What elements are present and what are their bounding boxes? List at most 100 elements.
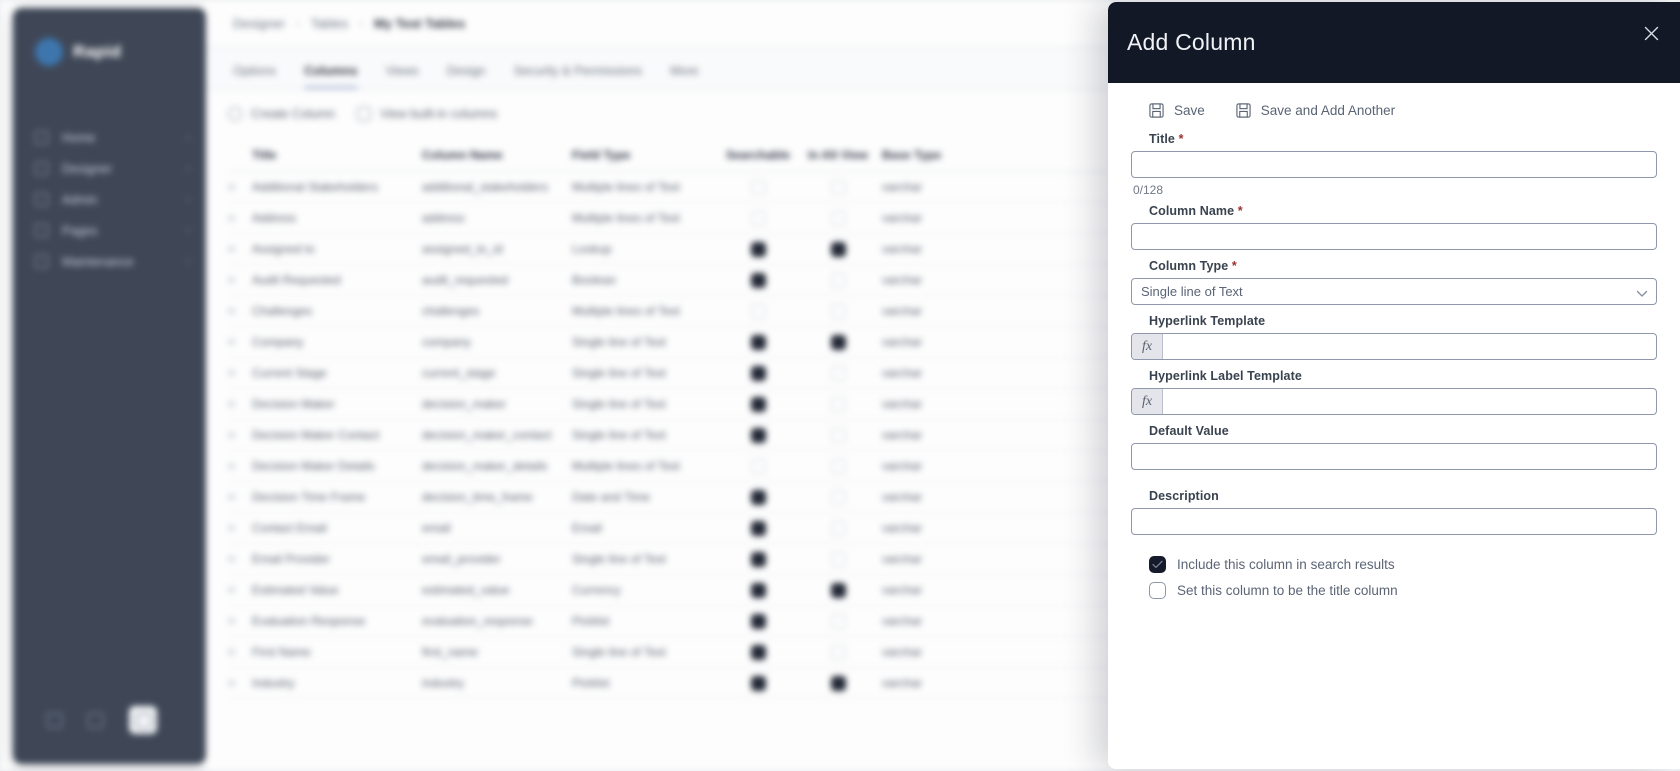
alt-view-checkbox[interactable]	[830, 210, 846, 226]
alt-view-checkbox[interactable]	[830, 303, 846, 319]
table-cell-searchable[interactable]	[722, 675, 802, 691]
searchable-checkbox[interactable]	[750, 303, 766, 319]
table-cell-searchable[interactable]	[722, 551, 802, 567]
sidebar-item-home[interactable]: Home ›	[13, 122, 206, 153]
create-column-button[interactable]: Create Column	[228, 107, 335, 121]
drag-handle-icon[interactable]: ≡	[228, 335, 252, 349]
formula-fx-icon[interactable]: fx	[1132, 389, 1163, 414]
searchable-checkbox[interactable]	[750, 272, 766, 288]
table-cell-searchable[interactable]	[722, 241, 802, 257]
table-cell-alt-view[interactable]	[802, 551, 882, 567]
alt-view-checkbox[interactable]	[830, 520, 846, 536]
alt-view-checkbox[interactable]	[830, 427, 846, 443]
drag-handle-icon[interactable]: ≡	[228, 180, 252, 194]
table-cell-alt-view[interactable]	[802, 179, 882, 195]
searchable-checkbox[interactable]	[750, 489, 766, 505]
table-cell-searchable[interactable]	[722, 489, 802, 505]
drag-handle-icon[interactable]: ≡	[228, 459, 252, 473]
alt-view-checkbox[interactable]	[830, 272, 846, 288]
table-cell-alt-view[interactable]	[802, 272, 882, 288]
alt-view-checkbox[interactable]	[830, 613, 846, 629]
table-cell-searchable[interactable]	[722, 210, 802, 226]
drag-handle-icon[interactable]: ≡	[228, 583, 252, 597]
user-icon[interactable]	[47, 712, 62, 728]
table-cell-searchable[interactable]	[722, 520, 802, 536]
searchable-checkbox[interactable]	[750, 396, 766, 412]
alt-view-checkbox[interactable]	[830, 458, 846, 474]
table-cell-alt-view[interactable]	[802, 210, 882, 226]
table-cell-alt-view[interactable]	[802, 303, 882, 319]
table-header-title[interactable]: Title	[252, 148, 422, 162]
table-cell-searchable[interactable]	[722, 334, 802, 350]
close-icon[interactable]	[1638, 20, 1664, 46]
searchable-checkbox[interactable]	[750, 675, 766, 691]
default-value-input[interactable]	[1131, 443, 1657, 470]
sidebar-brand[interactable]: Rapid	[13, 8, 206, 66]
save-button[interactable]: Save	[1149, 103, 1205, 118]
alt-view-checkbox[interactable]	[830, 241, 846, 257]
table-cell-searchable[interactable]	[722, 272, 802, 288]
title-input[interactable]	[1131, 151, 1657, 178]
hyperlink-label-template-input[interactable]	[1163, 389, 1656, 414]
drag-handle-icon[interactable]: ≡	[228, 273, 252, 287]
breadcrumb-item-tables[interactable]: Tables	[311, 16, 349, 31]
table-cell-searchable[interactable]	[722, 613, 802, 629]
table-cell-alt-view[interactable]	[802, 334, 882, 350]
include-in-search-results-checkbox[interactable]	[1149, 555, 1166, 573]
alt-view-checkbox[interactable]	[830, 396, 846, 412]
table-header-base-type[interactable]: Base Type	[882, 148, 962, 162]
searchable-checkbox[interactable]	[750, 520, 766, 536]
table-cell-searchable[interactable]	[722, 458, 802, 474]
drag-handle-icon[interactable]: ≡	[228, 304, 252, 318]
alt-view-checkbox[interactable]	[830, 675, 846, 691]
searchable-checkbox[interactable]	[750, 458, 766, 474]
searchable-checkbox[interactable]	[750, 644, 766, 660]
table-cell-alt-view[interactable]	[802, 644, 882, 660]
searchable-checkbox[interactable]	[750, 365, 766, 381]
table-cell-alt-view[interactable]	[802, 675, 882, 691]
drag-handle-icon[interactable]: ≡	[228, 428, 252, 442]
searchable-checkbox[interactable]	[750, 613, 766, 629]
searchable-checkbox[interactable]	[750, 551, 766, 567]
table-cell-alt-view[interactable]	[802, 365, 882, 381]
searchable-checkbox[interactable]	[750, 334, 766, 350]
tab-columns[interactable]: Columns	[304, 64, 359, 89]
drag-handle-icon[interactable]: ≡	[228, 552, 252, 566]
set-as-title-column-checkbox[interactable]	[1149, 581, 1166, 599]
link-icon[interactable]	[88, 712, 103, 728]
table-cell-searchable[interactable]	[722, 303, 802, 319]
drag-handle-icon[interactable]: ≡	[228, 242, 252, 256]
table-cell-alt-view[interactable]	[802, 427, 882, 443]
table-cell-searchable[interactable]	[722, 179, 802, 195]
drag-handle-icon[interactable]: ≡	[228, 490, 252, 504]
drag-handle-icon[interactable]: ≡	[228, 676, 252, 690]
breadcrumb-item-designer[interactable]: Designer	[233, 16, 285, 31]
table-cell-alt-view[interactable]	[802, 396, 882, 412]
sidebar-item-admin[interactable]: Admin ›	[13, 184, 206, 215]
table-header-column-name[interactable]: Column Name	[422, 148, 572, 162]
searchable-checkbox[interactable]	[750, 210, 766, 226]
formula-fx-icon[interactable]: fx	[1132, 334, 1163, 359]
table-cell-searchable[interactable]	[722, 644, 802, 660]
table-cell-searchable[interactable]	[722, 396, 802, 412]
tab-more[interactable]: More	[670, 64, 698, 89]
drag-handle-icon[interactable]: ≡	[228, 397, 252, 411]
description-input[interactable]	[1131, 508, 1657, 535]
hyperlink-template-input[interactable]	[1163, 334, 1656, 359]
table-cell-searchable[interactable]	[722, 427, 802, 443]
alt-view-checkbox[interactable]	[830, 179, 846, 195]
tab-design[interactable]: Design	[447, 64, 486, 89]
table-cell-alt-view[interactable]	[802, 520, 882, 536]
alt-view-checkbox[interactable]	[830, 365, 846, 381]
tab-options[interactable]: Options	[233, 64, 276, 89]
alt-view-checkbox[interactable]	[830, 582, 846, 598]
column-name-input[interactable]	[1131, 223, 1657, 250]
table-cell-alt-view[interactable]	[802, 582, 882, 598]
settings-icon[interactable]	[129, 706, 157, 734]
include-in-search-results-checkbox-row[interactable]: Include this column in search results	[1149, 551, 1657, 577]
tab-security-permissions[interactable]: Security & Permissions	[514, 64, 643, 89]
table-header-alt-view[interactable]: In Alt View	[802, 148, 882, 162]
alt-view-checkbox[interactable]	[830, 551, 846, 567]
drag-handle-icon[interactable]: ≡	[228, 521, 252, 535]
save-and-add-another-button[interactable]: Save and Add Another	[1236, 103, 1395, 118]
